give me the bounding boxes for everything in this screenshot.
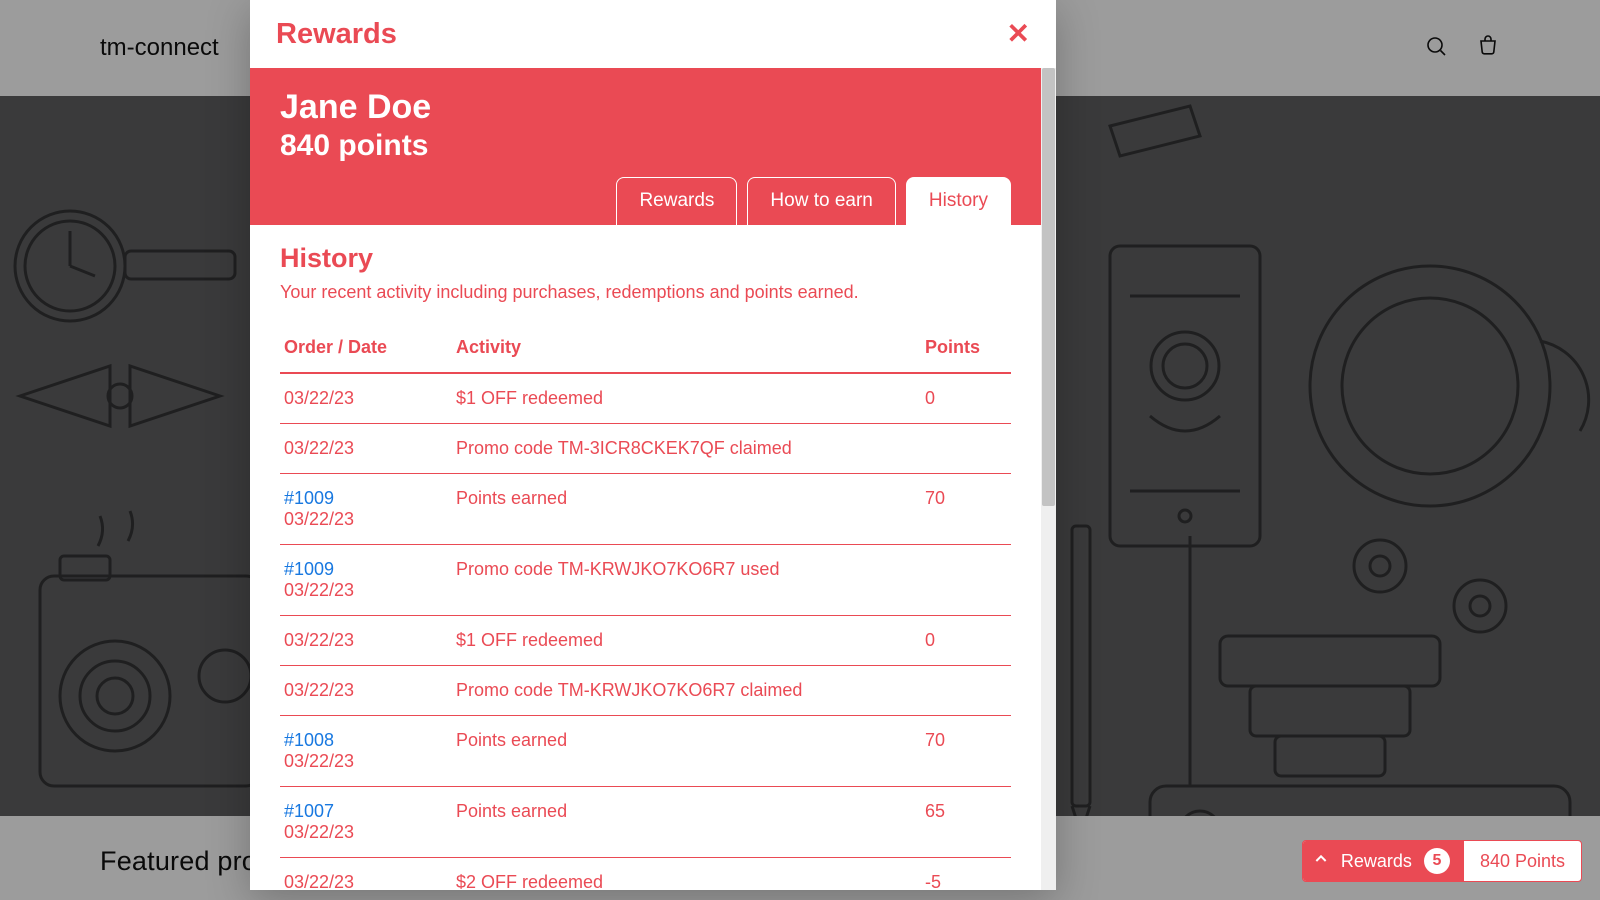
cell-date: 03/22/23 <box>284 751 448 772</box>
cell-date: 03/22/23 <box>284 509 448 530</box>
table-row: #100903/22/23Promo code TM-KRWJKO7KO6R7 … <box>280 545 1011 616</box>
modal-tabs: Rewards How to earn History <box>280 177 1011 225</box>
cell-order-date: 03/22/23 <box>280 666 452 716</box>
close-icon[interactable]: ✕ <box>1007 20 1030 48</box>
cell-activity: Promo code TM-3ICR8CKEK7QF claimed <box>452 424 921 474</box>
history-subtext: Your recent activity including purchases… <box>280 282 1011 303</box>
cell-date: 03/22/23 <box>284 438 448 459</box>
table-row: #100903/22/23Points earned70 <box>280 474 1011 545</box>
table-row: 03/22/23Promo code TM-KRWJKO7KO6R7 claim… <box>280 666 1011 716</box>
rewards-widget-badge: 5 <box>1424 848 1450 874</box>
order-link[interactable]: #1008 <box>284 730 448 751</box>
order-link[interactable]: #1007 <box>284 801 448 822</box>
cell-activity: $2 OFF redeemed <box>452 858 921 891</box>
table-row: 03/22/23Promo code TM-3ICR8CKEK7QF claim… <box>280 424 1011 474</box>
tab-history[interactable]: History <box>906 177 1011 225</box>
cell-order-date: 03/22/23 <box>280 373 452 424</box>
cell-order-date: #100903/22/23 <box>280 474 452 545</box>
col-points: Points <box>921 327 1011 373</box>
rewards-widget-toggle[interactable]: Rewards 5 <box>1303 841 1464 881</box>
history-heading: History <box>280 243 1011 274</box>
cell-date: 03/22/23 <box>284 630 448 651</box>
table-row: 03/22/23$1 OFF redeemed0 <box>280 373 1011 424</box>
rewards-widget-points[interactable]: 840 Points <box>1464 841 1581 881</box>
cell-date: 03/22/23 <box>284 680 448 701</box>
tab-rewards[interactable]: Rewards <box>616 177 737 225</box>
cell-points <box>921 424 1011 474</box>
modal-body[interactable]: Jane Doe 840 points Rewards How to earn … <box>250 68 1041 890</box>
order-link[interactable]: #1009 <box>284 559 448 580</box>
rewards-modal: Rewards ✕ Jane Doe 840 points Rewards Ho… <box>250 0 1056 890</box>
rewards-widget-label: Rewards <box>1341 851 1412 872</box>
cell-activity: Promo code TM-KRWJKO7KO6R7 claimed <box>452 666 921 716</box>
cell-date: 03/22/23 <box>284 822 448 843</box>
cell-points: 0 <box>921 373 1011 424</box>
table-row: 03/22/23$2 OFF redeemed-5 <box>280 858 1011 891</box>
scrollbar-thumb[interactable] <box>1042 68 1055 506</box>
table-row: 03/22/23$1 OFF redeemed0 <box>280 616 1011 666</box>
cell-activity: Promo code TM-KRWJKO7KO6R7 used <box>452 545 921 616</box>
modal-hero: Jane Doe 840 points Rewards How to earn … <box>250 68 1041 225</box>
rewards-widget: Rewards 5 840 Points <box>1302 840 1582 882</box>
cell-order-date: #100903/22/23 <box>280 545 452 616</box>
cell-points: -5 <box>921 858 1011 891</box>
modal-header: Rewards ✕ <box>250 0 1056 68</box>
cell-activity: Points earned <box>452 716 921 787</box>
user-name: Jane Doe <box>280 88 1011 127</box>
user-points: 840 points <box>280 129 1011 163</box>
cell-date: 03/22/23 <box>284 580 448 601</box>
cell-order-date: 03/22/23 <box>280 858 452 891</box>
history-content: History Your recent activity including p… <box>250 225 1041 890</box>
cell-points: 65 <box>921 787 1011 858</box>
cell-activity: $1 OFF redeemed <box>452 373 921 424</box>
cell-order-date: #100703/22/23 <box>280 787 452 858</box>
scrollbar-track[interactable] <box>1041 68 1056 890</box>
cell-activity: $1 OFF redeemed <box>452 616 921 666</box>
cell-points: 70 <box>921 716 1011 787</box>
table-row: #100803/22/23Points earned70 <box>280 716 1011 787</box>
cell-date: 03/22/23 <box>284 388 448 409</box>
cell-activity: Points earned <box>452 787 921 858</box>
col-order-date: Order / Date <box>280 327 452 373</box>
cell-points: 70 <box>921 474 1011 545</box>
cell-order-date: 03/22/23 <box>280 424 452 474</box>
cell-order-date: 03/22/23 <box>280 616 452 666</box>
col-activity: Activity <box>452 327 921 373</box>
order-link[interactable]: #1009 <box>284 488 448 509</box>
cell-order-date: #100803/22/23 <box>280 716 452 787</box>
cell-points: 0 <box>921 616 1011 666</box>
history-table: Order / Date Activity Points 03/22/23$1 … <box>280 327 1011 890</box>
table-row: #100703/22/23Points earned65 <box>280 787 1011 858</box>
tab-how-to-earn[interactable]: How to earn <box>747 177 895 225</box>
modal-title: Rewards <box>276 18 397 51</box>
cell-points <box>921 666 1011 716</box>
cell-date: 03/22/23 <box>284 872 448 890</box>
cell-points <box>921 545 1011 616</box>
chevron-up-icon <box>1313 851 1329 872</box>
cell-activity: Points earned <box>452 474 921 545</box>
